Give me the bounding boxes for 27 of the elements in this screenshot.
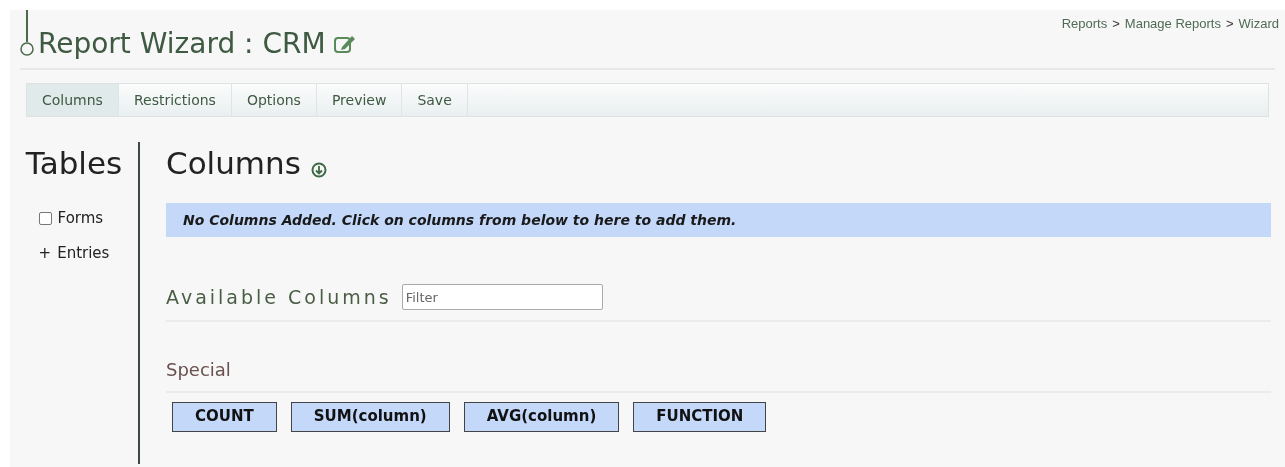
table-label[interactable]: Forms [57,207,104,230]
column-button[interactable]: FUNCTION [633,401,767,432]
sidebar-title: Tables [25,148,123,179]
expand-toggle[interactable]: + [38,241,52,264]
available-columns-title: Available Columns [166,285,392,310]
breadcrumb-link[interactable]: Manage Reports [1124,14,1221,60]
tab[interactable]: Restrictions [118,84,232,116]
section-title: Columns [166,148,301,179]
breadcrumb-link[interactable]: Reports [1061,14,1108,60]
breadcrumb-separator: > [1225,15,1234,33]
breadcrumb-separator: > [1112,15,1120,33]
filter-field[interactable]: Filter [401,284,603,311]
table-label[interactable]: Entries [57,241,110,264]
column-button[interactable]: AVG(column) [463,401,620,432]
edit-icon[interactable] [333,34,356,54]
tab[interactable]: Columns [27,84,119,116]
tab[interactable]: Options [231,84,317,116]
breadcrumb-link[interactable]: Wizard [1238,14,1279,60]
special-title: Special [166,358,231,380]
tab[interactable]: Preview [316,84,403,116]
column-button[interactable]: COUNT [172,401,277,432]
column-button[interactable]: SUM(column) [290,401,450,432]
notice-bar: No Columns Added. Click on columns from below to here to add them. [166,203,1271,237]
add-circle-icon[interactable] [310,162,327,178]
tab[interactable]: Save [402,84,468,116]
checkbox[interactable] [38,211,52,225]
page-title: Report Wizard : CRM [38,30,326,58]
